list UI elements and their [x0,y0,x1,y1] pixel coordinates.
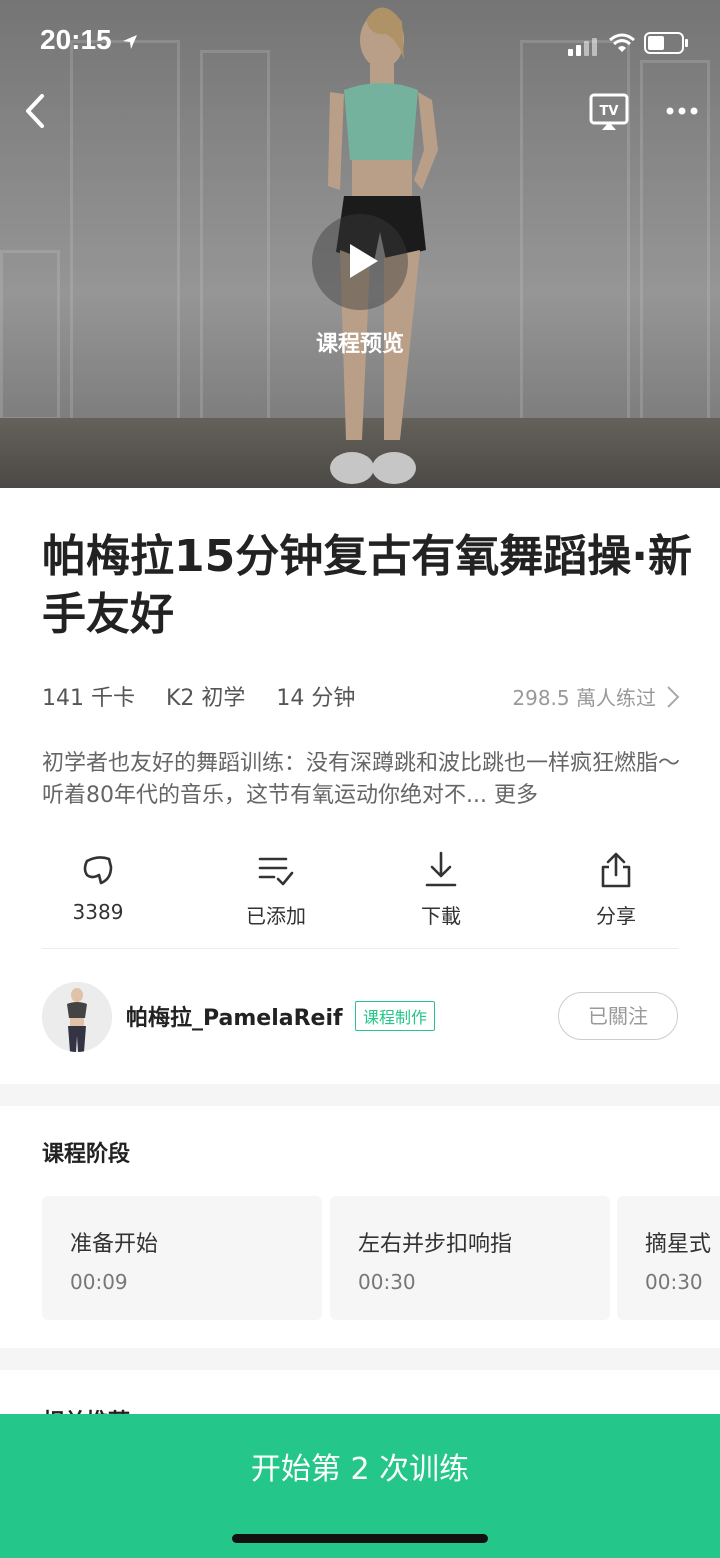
course-duration: 14 分钟 [276,686,356,711]
start-training-label: 开始第 2 次训练 [250,1452,470,1487]
share-icon [601,852,631,888]
share-button[interactable]: 分享 [556,848,676,929]
stage-card[interactable]: 摘星式 00:30 [617,1196,720,1320]
course-description: 初学者也友好的舞蹈训练：没有深蹲跳和波比跳也一样疯狂燃脂～听着80年代的音乐，这… [42,748,682,812]
description-text: 初学者也友好的舞蹈训练：没有深蹲跳和波比跳也一样疯狂燃脂～听着80年代的音乐，这… [42,751,681,808]
course-level: K2 初学 [166,686,246,711]
preview-label: 课程预览 [315,332,404,357]
added-button[interactable]: 已添加 [216,848,336,929]
download-label: 下載 [421,904,461,928]
play-icon [350,244,378,278]
follow-button[interactable]: 已關注 [558,992,678,1040]
stage-card[interactable]: 准备开始 00:09 [42,1196,322,1320]
stage-card[interactable]: 左右并步扣响指 00:30 [330,1196,610,1320]
download-button[interactable]: 下載 [381,848,501,929]
preview-play-button[interactable] [312,214,408,310]
download-icon [425,851,457,887]
author-avatar[interactable] [42,982,112,1052]
tv-cast-icon[interactable]: TV [588,92,630,132]
wifi-icon [609,33,635,52]
back-chevron-icon[interactable] [18,88,58,134]
section-separator [0,1084,720,1106]
course-meta: 141 千卡 K2 初学 14 分钟 [42,680,379,712]
more-dots-icon[interactable] [660,96,704,126]
share-label: 分享 [596,904,636,928]
like-icon [83,856,113,885]
home-indicator[interactable] [232,1534,488,1543]
stage-name: 准备开始 [70,1232,159,1257]
stage-name: 左右并步扣响指 [358,1232,513,1257]
like-button[interactable]: 3389 [38,848,158,924]
trained-count: 298.5 萬人练过 [512,686,656,710]
course-title: 帕梅拉15分钟复古有氧舞蹈操·新手友好 [42,531,692,640]
stage-duration: 00:30 [645,1270,703,1294]
section-separator [0,1348,720,1370]
status-bar: 20:15 [0,24,720,64]
list-check-icon [258,857,294,886]
battery-icon [644,32,688,54]
stages-title: 课程阶段 [42,1142,131,1167]
creator-badge: 课程制作 [355,1001,436,1031]
cellular-signal-icon [568,38,597,56]
trained-count-link[interactable]: 298.5 萬人练过 [512,682,680,711]
avatar-image [42,982,112,1052]
stage-duration: 00:09 [70,1270,128,1294]
divider [42,948,678,949]
like-count: 3389 [72,900,124,924]
course-calories: 141 千卡 [42,686,135,711]
chevron-right-icon [667,685,680,708]
added-label: 已添加 [246,904,306,928]
location-arrow-icon [123,35,137,49]
status-time: 20:15 [40,24,112,55]
stage-duration: 00:30 [358,1270,416,1294]
stage-name: 摘星式 [645,1232,712,1257]
author-name[interactable]: 帕梅拉_PamelaReif [126,1000,343,1032]
svg-text:TV: TV [600,104,619,119]
more-link[interactable]: 更多 [494,783,538,808]
action-bar: 3389 已添加 下載 分享 [0,848,720,938]
